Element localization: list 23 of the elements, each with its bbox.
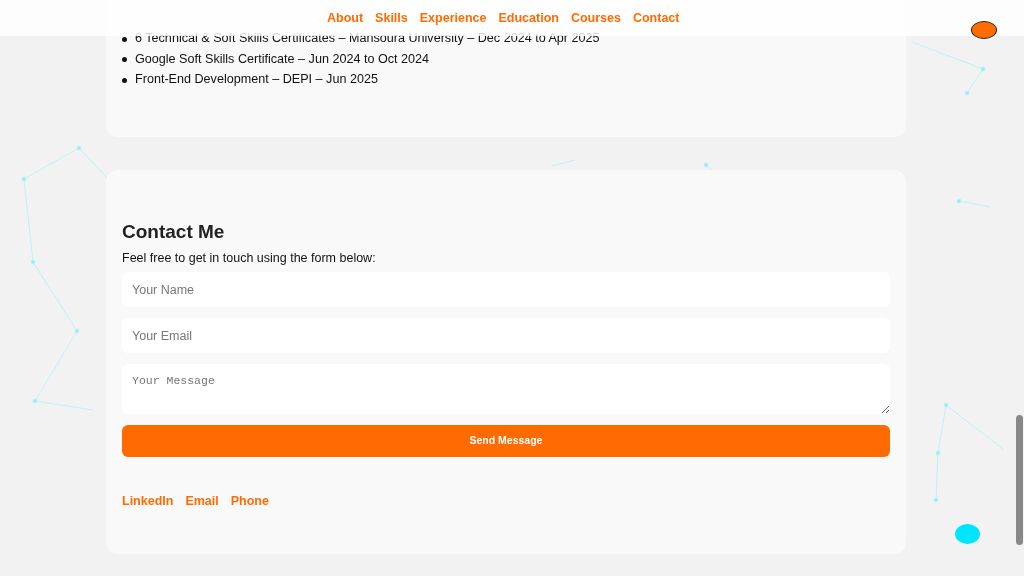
social-link[interactable]: Email [185,492,219,511]
social-link[interactable]: Phone [230,492,269,511]
certificate-item: Front-End Development – DEPI – Jun 2025 [135,72,378,89]
message-field[interactable]: Your Message [122,364,890,415]
nav-link[interactable]: Skills [375,8,408,28]
input-field[interactable]: Your Email [122,318,890,354]
scrollbar-thumb[interactable] [1016,415,1023,545]
social-link[interactable]: LinkedIn [122,492,174,511]
certificate-item: Google Soft Skills Certificate – Jun 2024 to Oct 2024 [135,51,430,68]
send-message-button[interactable]: Send Message [122,425,890,458]
floating-dot-icon[interactable] [955,524,980,544]
section-title: Contact Me [122,220,226,244]
bullet-icon [122,36,127,42]
bullet-icon [122,77,127,83]
nav-link[interactable]: Experience [419,8,487,28]
nav-link[interactable]: Contact [632,8,680,28]
nav-link[interactable]: Courses [570,8,621,28]
nav-link[interactable]: About [327,8,364,28]
bullet-icon [122,57,127,63]
intro-text: Feel free to get in touch using the form below: [122,250,377,268]
certificate-item: 6 Technical & Soft Skills Certificates – Mansoura University – Dec 2024 to Apr 2025 [135,31,600,48]
input-field[interactable]: Your Name [122,272,890,308]
nav-link[interactable]: Education [498,8,559,28]
